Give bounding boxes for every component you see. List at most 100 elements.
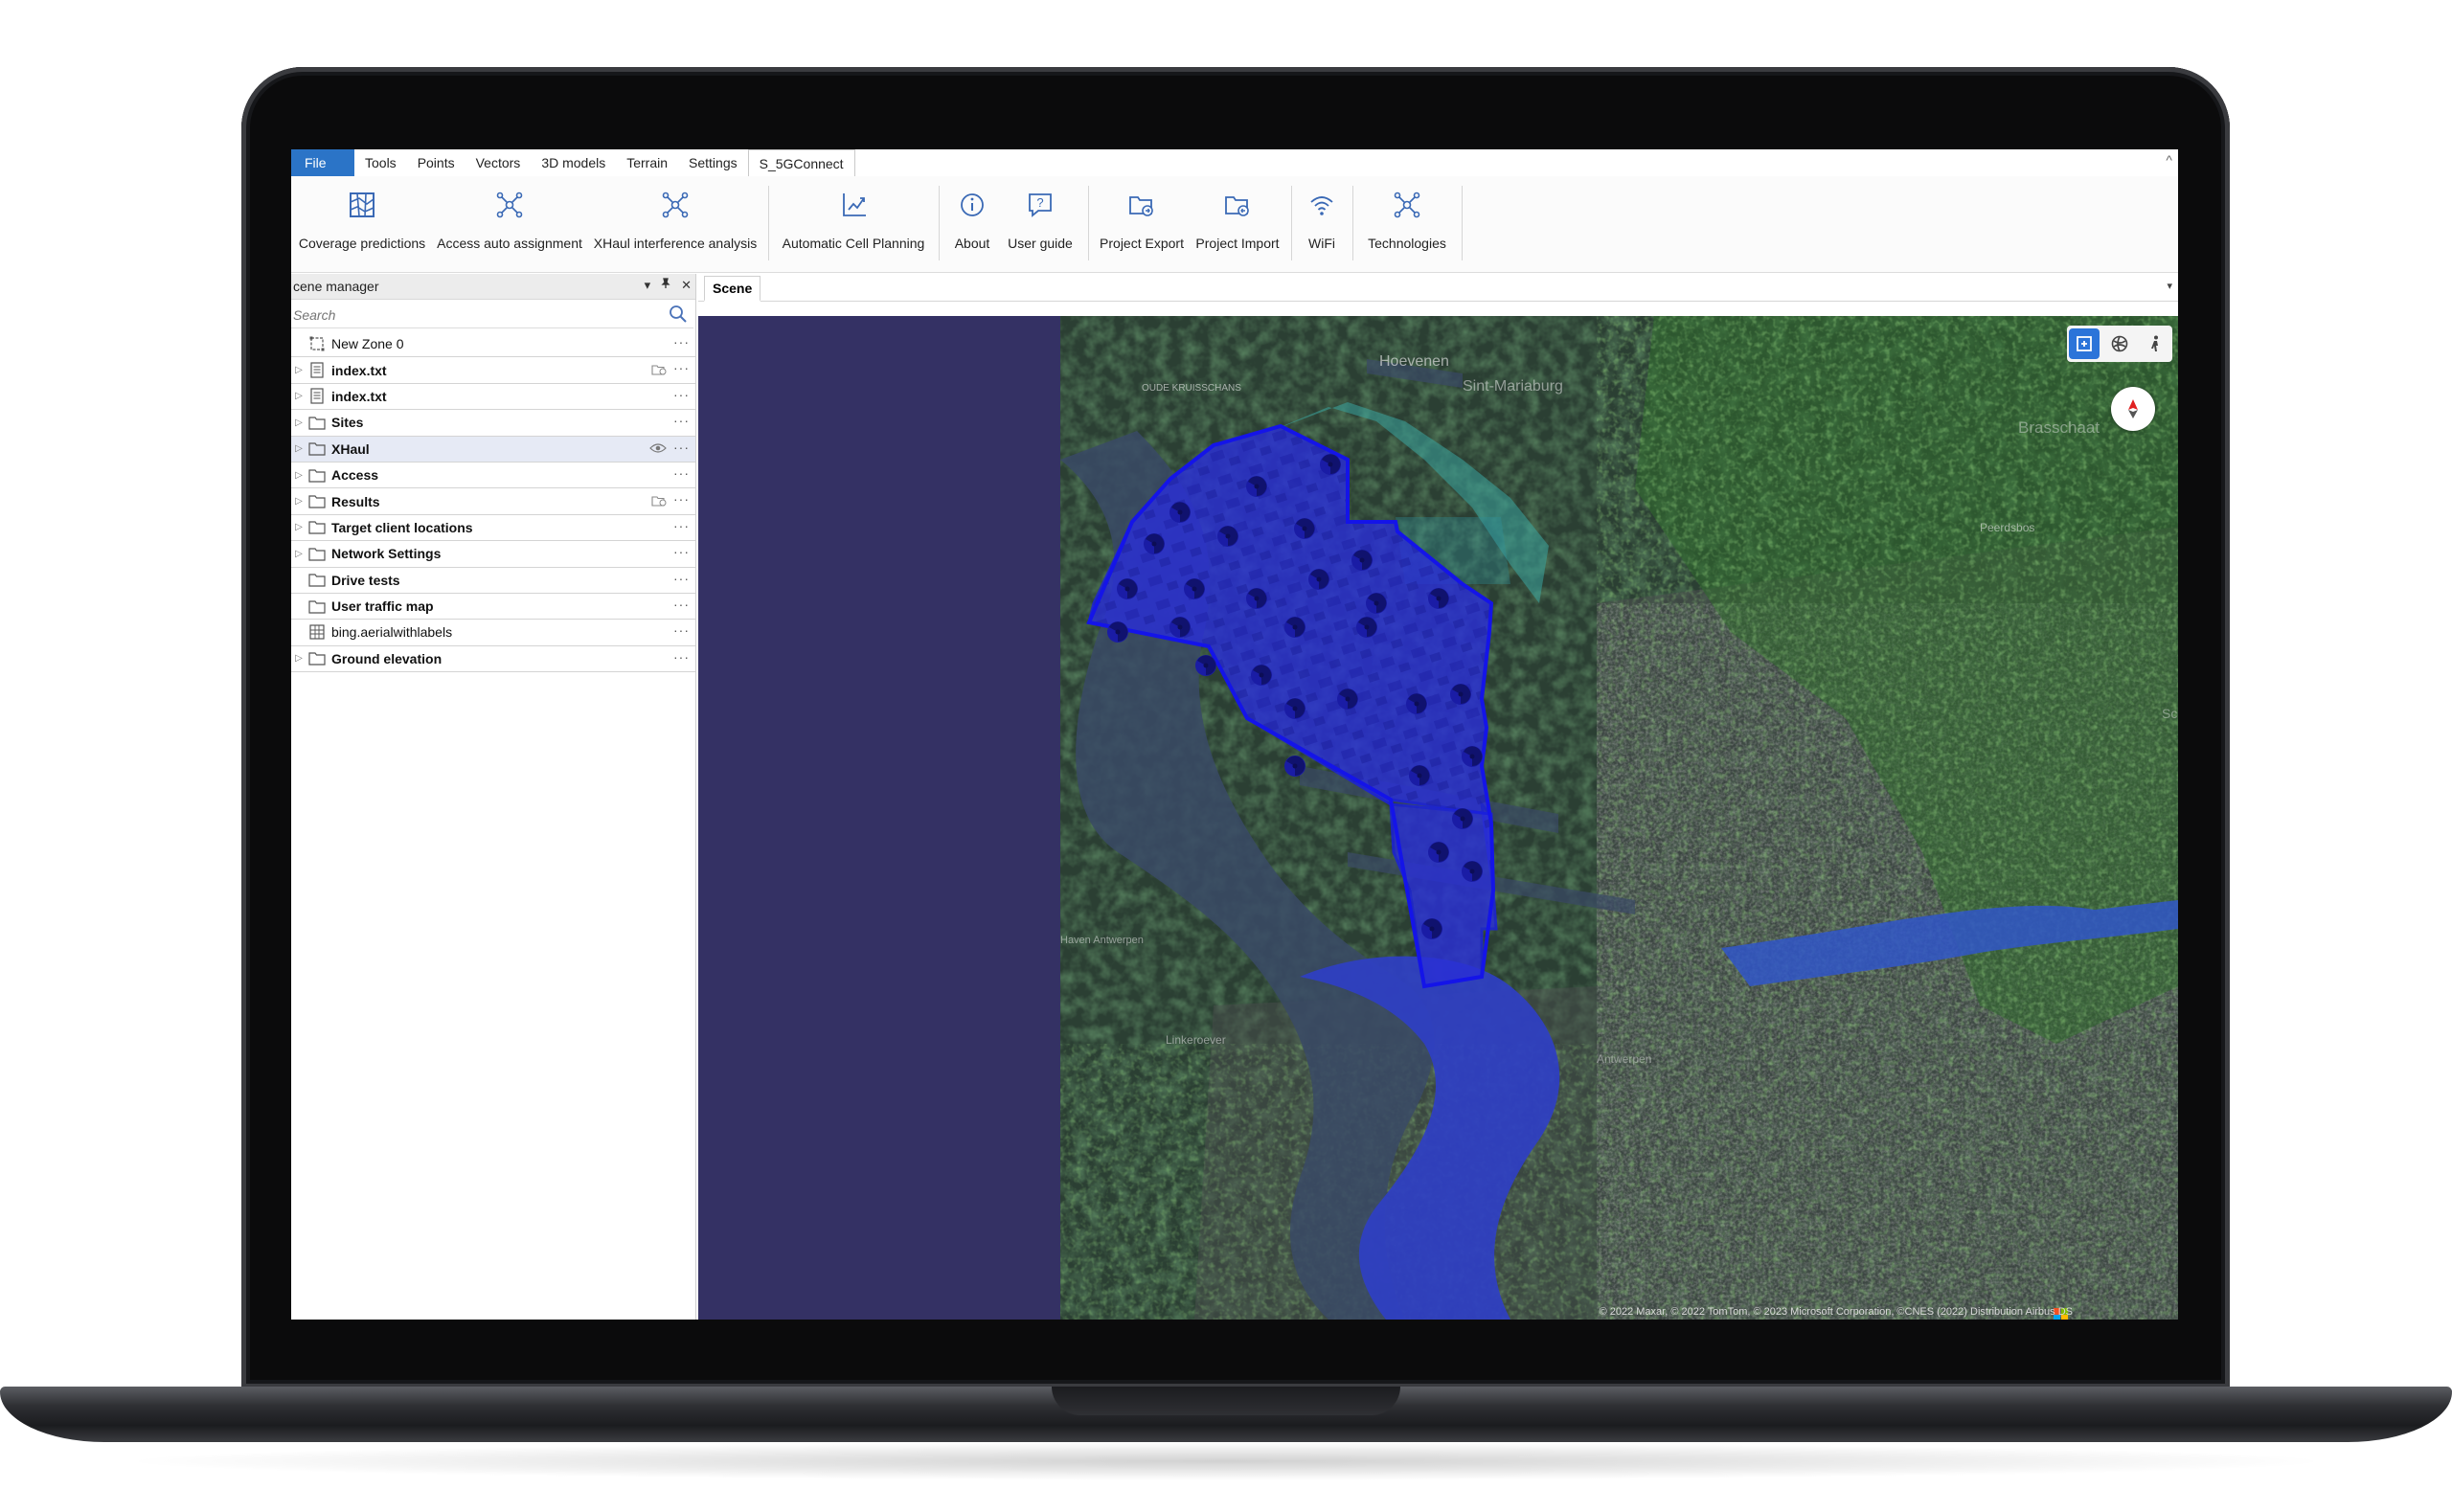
wifi-button[interactable]: WiFi [1297, 182, 1347, 264]
expand-arrow-icon[interactable]: ▷ [291, 365, 306, 375]
menu-terrain[interactable]: Terrain [616, 149, 678, 176]
fit-extent-icon [2077, 336, 2093, 351]
ribbon-separator [1462, 186, 1463, 260]
folder-icon [306, 650, 328, 667]
tree-item[interactable]: Drive tests ··· [291, 568, 695, 594]
tree-item[interactable]: ▷ Sites ··· [291, 410, 695, 437]
fit-extent-button[interactable] [2069, 328, 2100, 359]
menu-s-5gconnect[interactable]: S_5GConnect [747, 149, 855, 176]
expand-arrow-icon[interactable]: ▷ [291, 522, 306, 532]
map-view-toolbar [2067, 326, 2172, 362]
ribbon-label: Access auto assignment [437, 236, 582, 251]
eye-icon[interactable] [649, 441, 667, 457]
application-window: File Tools Points Vectors 3D models Terr… [291, 149, 2178, 1320]
xhaul-interference-analysis-button[interactable]: XHaul interference analysis [592, 182, 759, 264]
folder-icon [306, 519, 328, 536]
map-canvas[interactable]: Hoevenen Sint-Mariaburg OUDE KRUISSCHANS… [1060, 316, 2178, 1320]
menu-settings[interactable]: Settings [678, 149, 748, 176]
project-import-button[interactable]: Project Import [1190, 182, 1285, 264]
document-tab-strip: Scene ▾ [698, 274, 2178, 302]
ribbon-separator [939, 186, 940, 260]
compass-button[interactable] [2111, 387, 2155, 431]
tree-item[interactable]: ▷ Access ··· [291, 463, 695, 489]
more-options-button[interactable]: ··· [673, 491, 690, 507]
map-label: OUDE KRUISSCHANS [1142, 383, 1241, 394]
menu-3d-models[interactable]: 3D models [531, 149, 616, 176]
tab-scene[interactable]: Scene [704, 276, 761, 302]
tree-item-label: Sites [331, 415, 364, 431]
expand-arrow-icon[interactable]: ▷ [291, 549, 306, 559]
tree-item-label: New Zone 0 [331, 336, 404, 352]
panel-title: cene manager [293, 279, 379, 294]
access-auto-assignment-button[interactable]: Access auto assignment [435, 182, 584, 264]
project-export-button[interactable]: Project Export [1094, 182, 1190, 264]
pin-icon[interactable] [660, 278, 671, 293]
tree-item[interactable]: User traffic map ··· [291, 594, 695, 621]
about-button[interactable]: About [946, 182, 998, 264]
menu-points[interactable]: Points [407, 149, 465, 176]
close-panel-button[interactable]: ✕ [681, 278, 692, 293]
menu-tools[interactable]: Tools [354, 149, 407, 176]
tree-item[interactable]: ▷ index.txt ··· [291, 384, 695, 411]
pedestrian-icon [2150, 335, 2158, 351]
menu-vectors[interactable]: Vectors [465, 149, 532, 176]
expand-arrow-icon[interactable]: ▷ [291, 470, 306, 481]
network-nodes-icon [490, 186, 529, 224]
ribbon-label: User guide [1008, 236, 1073, 251]
menu-file[interactable]: File [291, 149, 354, 176]
layers-icon[interactable] [651, 493, 667, 509]
document-icon [306, 388, 328, 405]
more-options-button[interactable]: ··· [673, 571, 690, 586]
zone-icon [306, 335, 328, 352]
technologies-button[interactable]: Technologies [1358, 182, 1456, 264]
network-nodes-icon [656, 186, 694, 224]
ribbon-label: Technologies [1368, 236, 1446, 251]
expand-arrow-icon[interactable]: ▷ [291, 391, 306, 401]
globe-view-button[interactable] [2104, 328, 2135, 359]
folder-icon [306, 572, 328, 589]
more-options-button[interactable]: ··· [673, 387, 690, 402]
tree-item[interactable]: ▷ Network Settings ··· [291, 541, 695, 568]
coverage-predictions-button[interactable]: Coverage predictions [297, 182, 427, 264]
scene-viewport[interactable]: Hoevenen Sint-Mariaburg OUDE KRUISSCHANS… [698, 316, 2178, 1320]
panel-menu-dropdown[interactable]: ▾ [645, 278, 651, 293]
expand-arrow-icon[interactable]: ▷ [291, 443, 306, 454]
more-options-button[interactable]: ··· [673, 413, 690, 428]
expand-arrow-icon[interactable]: ▷ [291, 496, 306, 507]
user-guide-button[interactable]: ? User guide [1000, 182, 1080, 264]
tree-item[interactable]: New Zone 0 ··· [291, 331, 695, 358]
ribbon-label: Project Export [1100, 236, 1184, 251]
more-options-button[interactable]: ··· [673, 465, 690, 481]
tree-item[interactable]: ▷ Ground elevation ··· [291, 646, 695, 673]
more-options-button[interactable]: ··· [673, 440, 690, 455]
more-options-button[interactable]: ··· [673, 597, 690, 612]
expand-arrow-icon[interactable]: ▷ [291, 653, 306, 664]
more-options-button[interactable]: ··· [673, 544, 690, 559]
more-options-button[interactable]: ··· [673, 334, 690, 350]
tree-item[interactable]: ▷ Results ··· [291, 488, 695, 515]
expand-arrow-icon[interactable]: ▷ [291, 417, 306, 428]
tabs-dropdown-icon[interactable]: ▾ [2167, 280, 2172, 292]
more-options-button[interactable]: ··· [673, 360, 690, 375]
search-input[interactable] [291, 303, 659, 327]
tree-item[interactable]: ▷ XHaul ··· [291, 436, 695, 463]
tree-item-label: Drive tests [331, 572, 400, 588]
tree-item-label: Network Settings [331, 546, 442, 562]
layers-icon[interactable] [651, 362, 667, 378]
folder-icon [306, 598, 328, 615]
collapse-ribbon-button[interactable]: ^ [2166, 152, 2172, 168]
tree-item[interactable]: bing.aerialwithlabels ··· [291, 620, 695, 646]
walk-mode-button[interactable] [2140, 328, 2170, 359]
more-options-button[interactable]: ··· [673, 518, 690, 533]
more-options-button[interactable]: ··· [673, 649, 690, 665]
folder-import-icon [1218, 186, 1257, 224]
more-options-button[interactable]: ··· [673, 622, 690, 638]
map-label: Brasschaat [2018, 418, 2100, 437]
grid-map-icon [306, 623, 328, 641]
ribbon-separator [1291, 186, 1292, 260]
tree-item[interactable]: ▷ Target client locations ··· [291, 515, 695, 542]
search-icon[interactable] [669, 305, 688, 327]
automatic-cell-planning-button[interactable]: Automatic Cell Planning [776, 182, 931, 264]
folder-icon [306, 466, 328, 484]
tree-item[interactable]: ▷ index.txt ··· [291, 357, 695, 384]
